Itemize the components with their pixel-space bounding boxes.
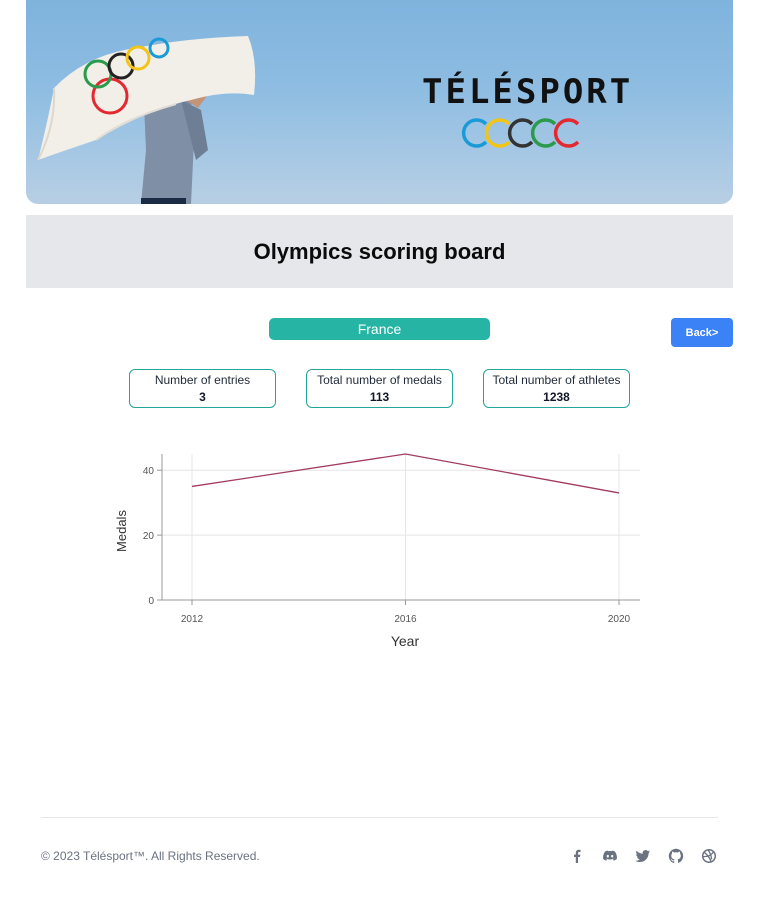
page-title: Olympics scoring board — [253, 238, 506, 264]
y-axis-title: Medals — [114, 510, 129, 552]
hero-banner: TÉLÉSPORT — [26, 0, 733, 204]
stat-label: Total number of athletes — [492, 373, 621, 387]
x-tick-label: 2016 — [394, 614, 417, 625]
copyright-text: © 2023 Télésport™. All Rights Reserved. — [41, 849, 260, 863]
twitter-icon[interactable] — [635, 848, 651, 864]
stat-card-entries: Number of entries 3 — [129, 369, 276, 408]
x-tick-label: 2020 — [608, 614, 631, 625]
stat-label: Total number of medals — [317, 373, 442, 387]
brand-logo-text: TÉLÉSPORT — [422, 72, 634, 112]
y-tick-label: 20 — [143, 531, 155, 542]
medals-line-chart: 0 20 40 2012 2016 2020 Year Medals — [114, 453, 640, 649]
stat-value: 113 — [369, 390, 390, 404]
x-axis-title: Year — [391, 633, 420, 649]
stat-value: 1238 — [543, 390, 570, 404]
stat-value: 3 — [199, 390, 206, 404]
footer-divider — [41, 817, 718, 818]
title-band: Olympics scoring board — [26, 215, 733, 288]
olympic-rings-logo — [461, 118, 580, 148]
social-links — [569, 848, 717, 864]
country-name-badge: France — [269, 318, 490, 340]
stat-card-athletes: Total number of athletes 1238 — [483, 369, 630, 408]
discord-icon[interactable] — [602, 848, 618, 864]
github-icon[interactable] — [668, 848, 684, 864]
stat-card-medals: Total number of medals 113 — [306, 369, 453, 408]
facebook-icon[interactable] — [569, 848, 585, 864]
dribbble-icon[interactable] — [701, 848, 717, 864]
stat-label: Number of entries — [154, 373, 251, 387]
y-tick-label: 40 — [143, 466, 155, 477]
back-button[interactable]: Back> — [671, 318, 733, 347]
y-tick-label: 0 — [148, 596, 154, 607]
x-tick-label: 2012 — [181, 614, 204, 625]
